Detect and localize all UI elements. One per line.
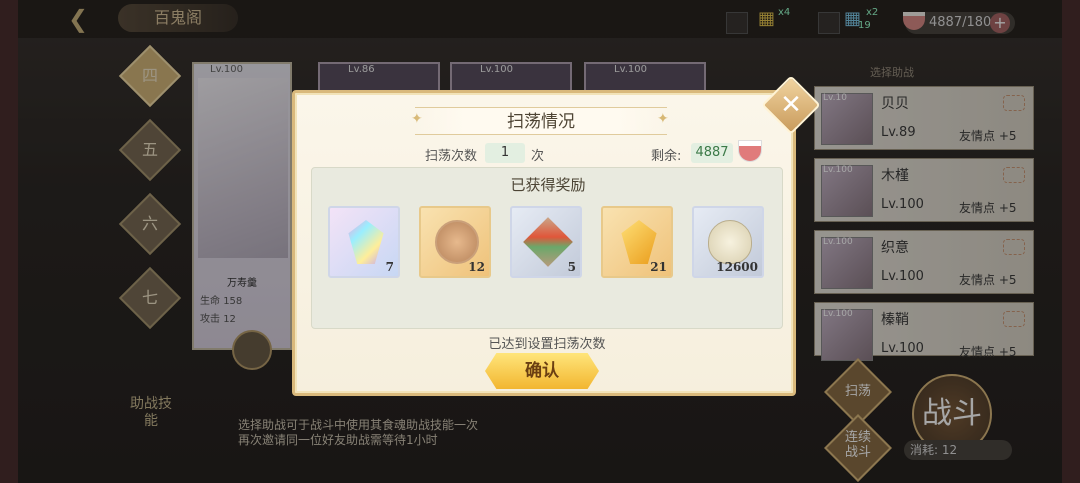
rewards-title: 已获得奖励	[510, 176, 586, 194]
carpet-icon	[523, 217, 573, 267]
dialog-title: 扫荡情况	[415, 107, 667, 135]
reward-qty: 7	[385, 260, 394, 274]
sparkle-right-icon: ✦	[657, 111, 669, 127]
coin-icon	[435, 220, 479, 264]
sweep-count-unit: 次	[531, 149, 545, 164]
rewards-panel: 已获得奖励 7 12 5 21 12600	[311, 167, 783, 329]
gold-crystal-icon	[621, 220, 657, 264]
sweep-count-label: 扫荡次数	[425, 149, 478, 164]
cowrie-shell-icon	[708, 220, 752, 264]
sweep-result-dialog: ✦ 扫荡情况 ✦ 扫荡次数 1 次 剩余: 4887 已获得奖励 7 12 5	[292, 90, 796, 396]
reward-qty: 12600	[716, 260, 758, 274]
remaining-value: 4887	[691, 143, 733, 163]
reward-qty: 5	[567, 260, 576, 274]
rainbow-crystal-icon	[348, 220, 384, 264]
reward-item[interactable]: 12600	[692, 206, 764, 278]
rice-bowl-icon	[739, 141, 761, 161]
sweep-complete-text: 已达到设置扫荡次数	[488, 337, 606, 352]
close-icon: ✕	[780, 90, 802, 120]
confirm-button[interactable]: 确认	[485, 353, 599, 389]
sweep-count-value: 1	[485, 143, 525, 163]
game-screen: ❮ 百鬼阁 ▦ x4 ▦ x2 19 4887/180 + 四 五 六 七 Lv…	[0, 0, 1080, 483]
reward-qty: 12	[468, 260, 485, 274]
remaining-label: 剩余:	[651, 149, 682, 164]
reward-item[interactable]: 7	[328, 206, 400, 278]
reward-item[interactable]: 21	[601, 206, 673, 278]
reward-item[interactable]: 5	[510, 206, 582, 278]
reward-qty: 21	[650, 260, 667, 274]
reward-item[interactable]: 12	[419, 206, 491, 278]
